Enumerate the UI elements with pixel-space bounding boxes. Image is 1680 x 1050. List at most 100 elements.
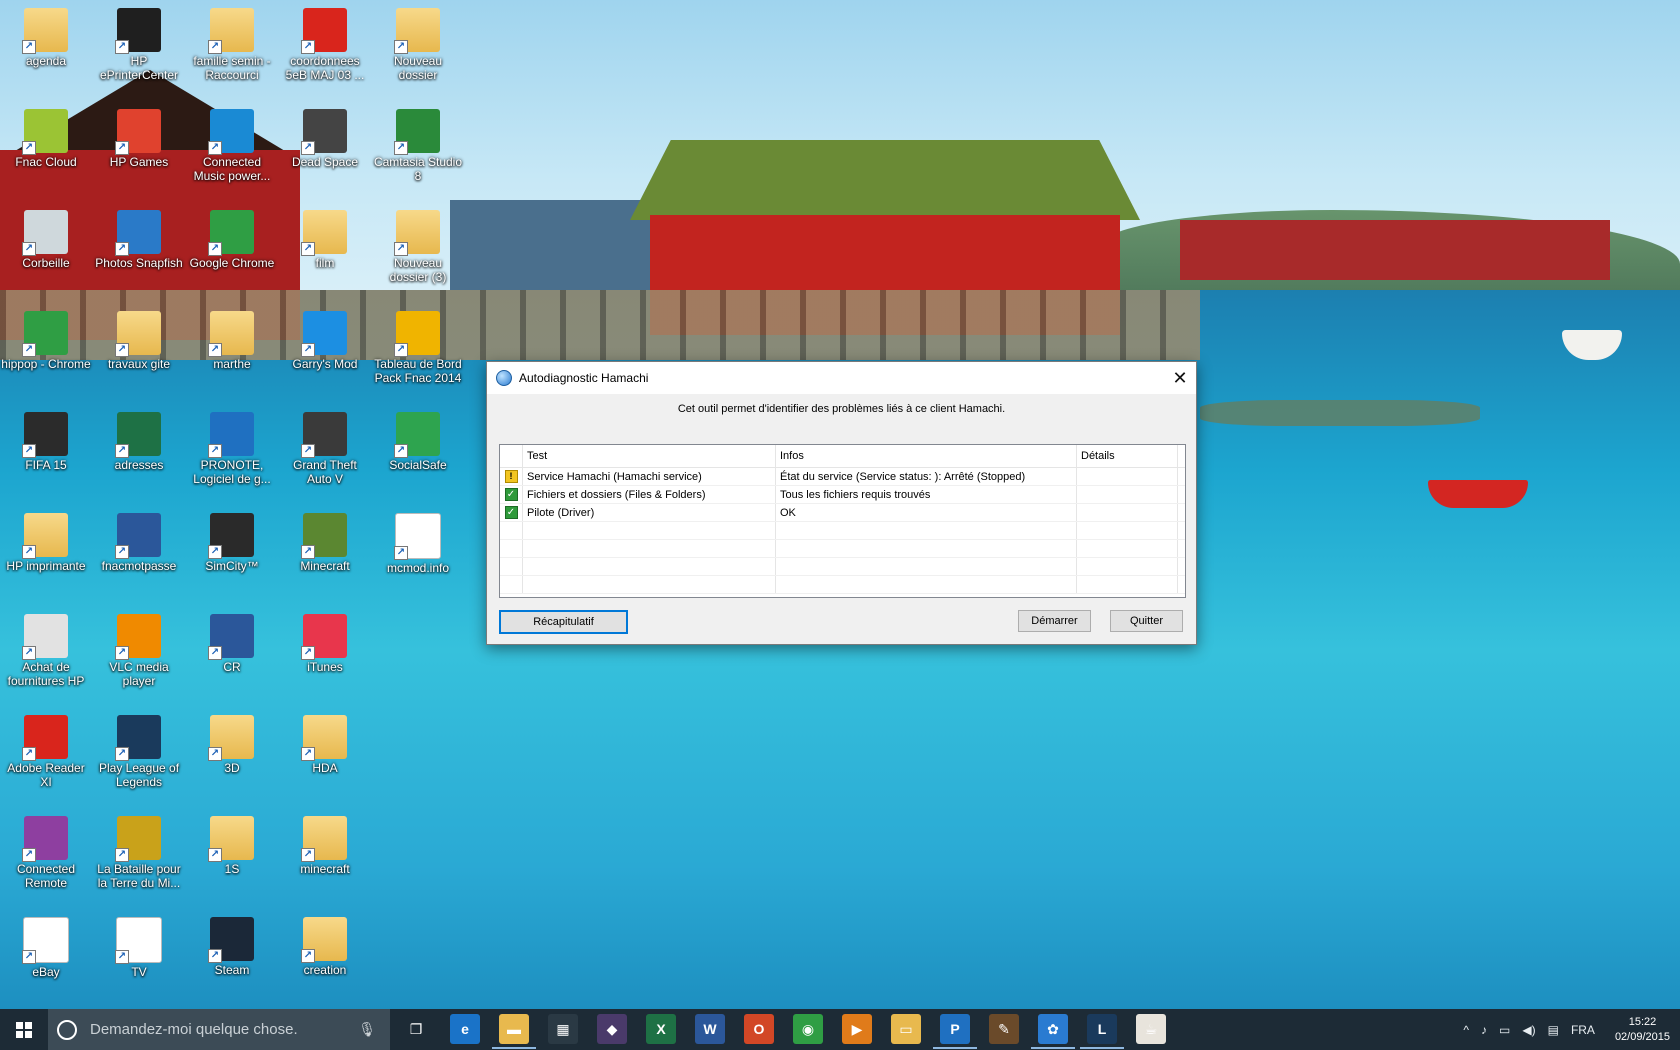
desktop-icon[interactable]: fnacmotpasse [94, 513, 184, 573]
column-test[interactable]: Test [523, 445, 776, 467]
desktop-icon[interactable]: Tableau de Bord Pack Fnac 2014 [373, 311, 463, 385]
desktop-icon[interactable]: creation [280, 917, 370, 977]
task-view-icon[interactable]: ❐ [401, 1014, 431, 1044]
clock[interactable]: 15:22 02/09/2015 [1615, 1015, 1670, 1045]
warning-icon: ! [504, 470, 518, 483]
microphone-icon[interactable]: 🎙 [358, 1021, 376, 1038]
desktop-icon[interactable]: TV [94, 917, 184, 979]
desktop-icon[interactable]: Connected Remote [1, 816, 91, 890]
desktop-icon[interactable]: HP ePrinterCenter [94, 8, 184, 82]
volume-icon[interactable]: ◀) [1522, 1023, 1535, 1037]
desktop-icon[interactable]: famille semin - Raccourci [187, 8, 277, 82]
office-icon[interactable]: O [744, 1014, 774, 1044]
desktop-icon[interactable]: Adobe Reader XI [1, 715, 91, 789]
dialog-titlebar[interactable]: Autodiagnostic Hamachi ✕ [487, 362, 1196, 394]
folder-app-icon[interactable]: ▭ [891, 1014, 921, 1044]
folder-user-icon [208, 8, 254, 54]
cell-test: Fichiers et dossiers (Files & Folders) [523, 486, 776, 503]
close-icon[interactable]: ✕ [1164, 362, 1196, 394]
desktop-icon[interactable]: Corbeille [1, 210, 91, 270]
notification-bell-icon[interactable]: ♪ [1481, 1023, 1487, 1037]
desktop-icon[interactable]: iTunes [280, 614, 370, 674]
desktop-icon[interactable]: adresses [94, 412, 184, 472]
start-button[interactable] [0, 1009, 48, 1050]
chrome-icon[interactable]: ◉ [793, 1014, 823, 1044]
pronote-icon[interactable]: P [933, 1014, 977, 1049]
socialsafe-icon [394, 412, 440, 458]
desktop-icon[interactable]: HP Games [94, 109, 184, 169]
desktop-icon[interactable]: Fnac Cloud [1, 109, 91, 169]
column-details[interactable]: Détails [1077, 445, 1178, 467]
taskbar: Demandez-moi quelque chose. 🎙 ❐ e ▬ ▦ ◆ X W O ◉ ▶… [0, 1009, 1680, 1050]
desktop-icon[interactable]: Dead Space [280, 109, 370, 169]
language-indicator[interactable]: FRA [1571, 1023, 1595, 1037]
clock-date: 02/09/2015 [1614, 1030, 1670, 1043]
desktop-icon[interactable]: mcmod.info [373, 513, 463, 575]
start-button[interactable]: Démarrer [1018, 610, 1091, 632]
desktop-icon[interactable]: Minecraft [280, 513, 370, 573]
media-player-icon[interactable]: ▶ [842, 1014, 872, 1044]
desktop-icon[interactable]: Achat de fournitures HP [1, 614, 91, 688]
desktop-icon-label: hippop - Chrome [1, 357, 91, 371]
desktop-icon[interactable]: Steam [187, 917, 277, 977]
tool-icon[interactable]: ✎ [989, 1014, 1019, 1044]
table-row[interactable]: ! Service Hamachi (Hamachi service) État… [500, 468, 1185, 486]
show-hidden-icons-chevron-icon[interactable]: ^ [1463, 1023, 1469, 1037]
desktop-icon[interactable]: HP imprimante [1, 513, 91, 573]
league-icon[interactable]: L [1080, 1014, 1124, 1049]
desktop-icon[interactable]: Garry's Mod [280, 311, 370, 371]
desktop-icon[interactable]: FIFA 15 [1, 412, 91, 472]
desktop-icon-label: Corbeille [22, 256, 70, 270]
desktop-icon[interactable]: coordonnees 5eB MAJ 03 ... [280, 8, 370, 82]
table-header: Test Infos Détails [500, 445, 1185, 468]
desktop-icon[interactable]: 3D [187, 715, 277, 775]
folder-icon [208, 715, 254, 761]
desktop-icon[interactable]: Grand Theft Auto V [280, 412, 370, 486]
printer-icon [115, 8, 161, 54]
photo-app-icon[interactable]: ◆ [597, 1014, 627, 1044]
desktop-icon[interactable]: marthe [187, 311, 277, 371]
desktop-icon[interactable]: eBay [1, 917, 91, 979]
desktop-icon[interactable]: film [280, 210, 370, 270]
desktop-icon[interactable]: SimCity™ [187, 513, 277, 573]
summary-button[interactable]: Récapitulatif [499, 610, 628, 634]
file-explorer-icon[interactable]: ▬ [492, 1014, 536, 1049]
desktop-icon[interactable]: CR [187, 614, 277, 674]
desktop-icon[interactable]: SocialSafe [373, 412, 463, 472]
hamachi-icon[interactable]: ✿ [1031, 1014, 1075, 1049]
desktop-icon-label: Connected Remote [16, 862, 76, 890]
column-infos[interactable]: Infos [776, 445, 1077, 467]
desktop-icon[interactable]: Camtasia Studio 8 [373, 109, 463, 183]
desktop-icon[interactable]: VLC media player [94, 614, 184, 688]
desktop-icon[interactable]: Google Chrome [187, 210, 277, 270]
desktop-icon[interactable]: Photos Snapfish [94, 210, 184, 270]
table-row[interactable]: ✓ Pilote (Driver) OK [500, 504, 1185, 522]
desktop-icon[interactable]: Nouveau dossier (3) [373, 210, 463, 284]
cortana-search-box[interactable]: Demandez-moi quelque chose. 🎙 [48, 1009, 390, 1050]
desktop-icon[interactable]: Nouveau dossier [373, 8, 463, 82]
desktop-icon-label: Steam [214, 963, 250, 977]
system-tray: ^ ♪ ▭ ◀) ▤ FRA 15:22 02/09/2015 [1457, 1009, 1680, 1050]
lol-icon [115, 715, 161, 761]
desktop-icon[interactable]: agenda [1, 8, 91, 68]
quit-button[interactable]: Quitter [1110, 610, 1183, 632]
desktop-icon[interactable]: La Bataille pour la Terre du Mi... [94, 816, 184, 890]
excel-icon[interactable]: X [646, 1014, 676, 1044]
equalizer-icon [208, 109, 254, 155]
word-icon[interactable]: W [695, 1014, 725, 1044]
network-icon[interactable]: ▭ [1499, 1023, 1510, 1037]
table-row[interactable]: ✓ Fichiers et dossiers (Files & Folders)… [500, 486, 1185, 504]
desktop-icon[interactable]: Play League of Legends [94, 715, 184, 789]
desktop-icon[interactable]: minecraft [280, 816, 370, 876]
desktop-icon[interactable]: travaux gite [94, 311, 184, 371]
java-icon[interactable]: ☕ [1136, 1014, 1166, 1044]
store-icon[interactable]: ▦ [548, 1014, 578, 1044]
desktop-icon[interactable]: HDA [280, 715, 370, 775]
folder-icon [394, 8, 440, 54]
action-center-icon[interactable]: ▤ [1548, 1023, 1559, 1037]
desktop-icon[interactable]: hippop - Chrome [1, 311, 91, 371]
edge-icon[interactable]: e [450, 1014, 480, 1044]
desktop-icon[interactable]: 1S [187, 816, 277, 876]
desktop-icon[interactable]: PRONOTE, Logiciel de g... [187, 412, 277, 486]
desktop-icon[interactable]: Connected Music power... [187, 109, 277, 183]
